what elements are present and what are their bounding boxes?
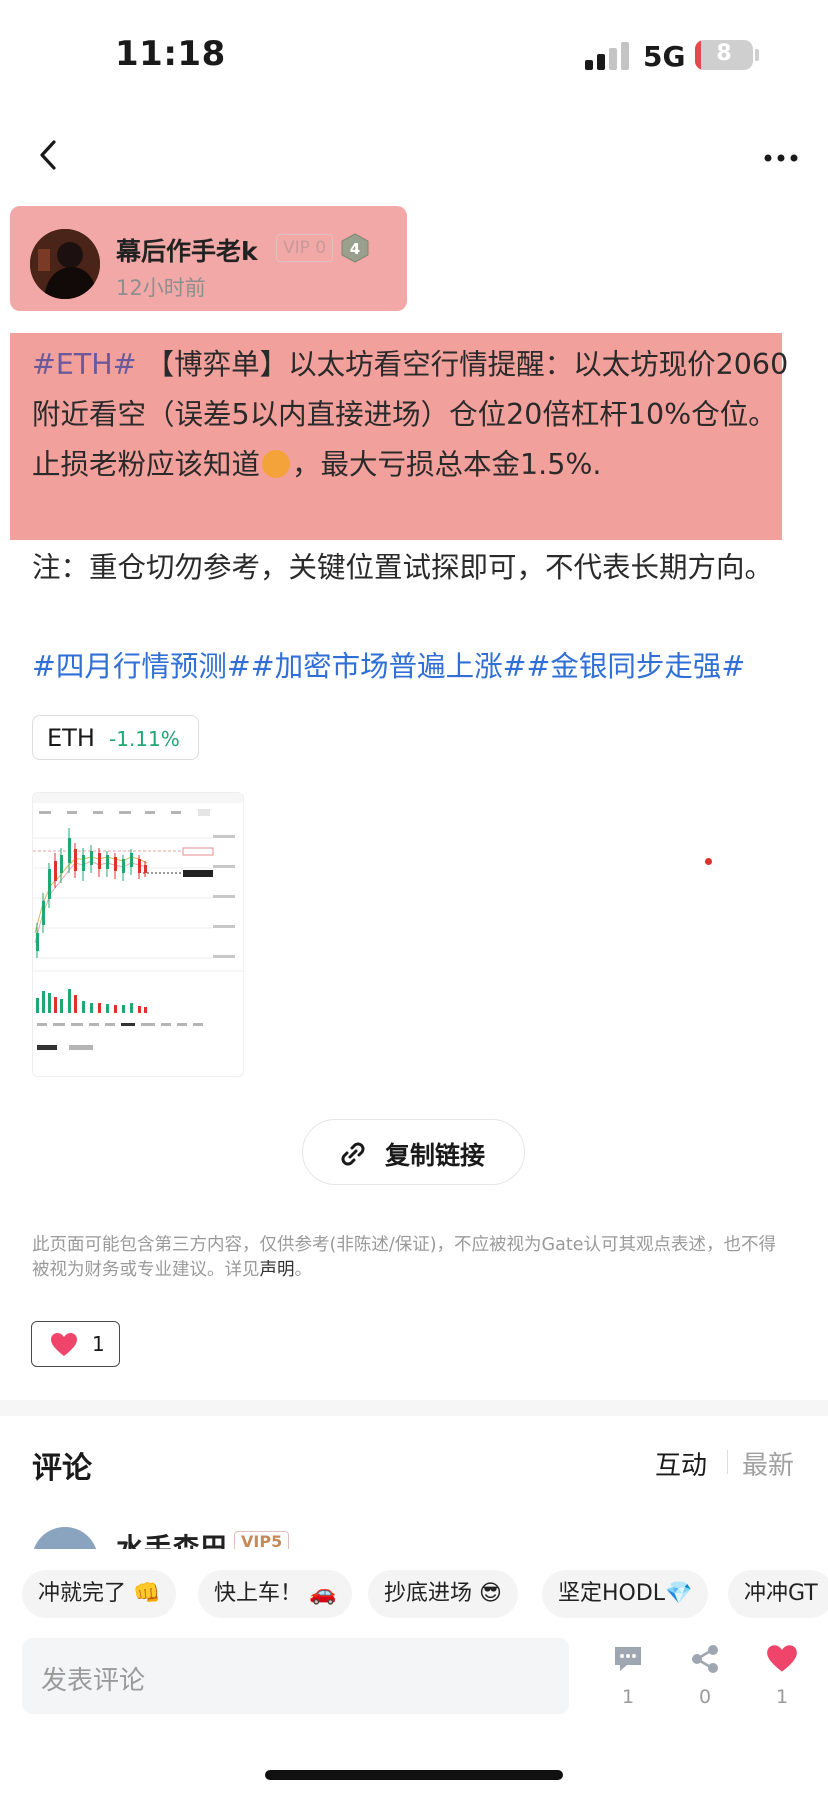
quick-reply-chip[interactable]: 快上车！ 🚗 — [198, 1570, 353, 1618]
tab-separator — [727, 1450, 728, 1474]
commenter-name[interactable]: 水手森巴 — [116, 1527, 228, 1549]
status-time: 11:18 — [115, 34, 226, 74]
candlestick-thumbnail — [33, 793, 243, 1076]
hashtag-links[interactable]: #四月行情预测##加密市场普遍上涨##金银同步走强# — [32, 644, 822, 685]
back-button[interactable] — [30, 136, 70, 176]
level-hexagon-icon: 4 — [341, 233, 369, 263]
post-body-tail: ，最大亏损总本金1.5%. — [292, 448, 602, 481]
chart-screenshot-image[interactable] — [32, 792, 244, 1077]
quick-reply-chip[interactable]: 坚定HODL💎 — [542, 1570, 709, 1618]
red-dot-marker — [705, 858, 712, 865]
link-icon — [341, 1142, 365, 1166]
battery-level: 8 — [716, 41, 732, 66]
disclaimer-end: 。 — [294, 1260, 313, 1280]
coin-change: -1.11% — [109, 727, 180, 751]
share-action-button[interactable]: 0 — [680, 1644, 730, 1710]
disclaimer-body: 此页面可能包含第三方内容，仅供参考(非陈述/保证)，不应被视为Gate认可其观点… — [32, 1235, 776, 1280]
battery-icon: 8 — [695, 40, 753, 70]
post-time: 12小时前 — [116, 276, 206, 300]
tab-latest[interactable]: 最新 — [742, 1445, 794, 1482]
share-icon — [692, 1645, 718, 1673]
level-text: 4 — [350, 240, 360, 258]
share-count: 0 — [698, 1686, 712, 1708]
network-type: 5G — [643, 40, 686, 73]
avatar-image — [30, 229, 100, 299]
disclaimer-text: 此页面可能包含第三方内容，仅供参考(非陈述/保证)，不应被视为Gate认可其观点… — [32, 1233, 792, 1283]
comment-input[interactable]: 发表评论 — [22, 1638, 569, 1714]
post-body: #ETH# 【博弈单】以太坊看空行情提醒：以太坊现价2060附近看空（误差5以内… — [32, 340, 802, 490]
chevron-left-icon — [40, 140, 56, 170]
quick-reply-chip[interactable]: 抄底进场 😎 — [368, 1570, 518, 1618]
status-bar: 11:18 5G 8 — [0, 0, 828, 110]
heart-icon — [51, 1333, 77, 1356]
author-name[interactable]: 幕后作手老k — [116, 232, 258, 268]
like-action-count: 1 — [775, 1686, 789, 1708]
comment-action-button[interactable]: 1 — [603, 1644, 653, 1710]
face-emoji-icon — [262, 450, 291, 478]
level-badge: 4 — [341, 233, 369, 263]
more-dots-icon — [764, 154, 798, 162]
commenter-avatar[interactable] — [32, 1527, 98, 1549]
copy-link-button[interactable]: 复制链接 — [302, 1119, 525, 1185]
commenter-vip-badge: VIP5 — [234, 1531, 290, 1549]
signal-icon — [585, 42, 631, 70]
quick-reply-chip[interactable]: 冲就完了 👊 — [22, 1570, 177, 1618]
comment-bubble-icon — [615, 1647, 641, 1671]
comment-count: 1 — [621, 1686, 635, 1708]
comments-title: 评论 — [32, 1451, 92, 1486]
home-indicator — [265, 1770, 563, 1780]
like-count: 1 — [92, 1332, 105, 1356]
quick-reply-chip[interactable]: 冲冲GT — [728, 1570, 828, 1618]
comment-input-placeholder: 发表评论 — [41, 1666, 146, 1696]
eth-tag[interactable]: #ETH# — [32, 348, 137, 381]
tab-interact[interactable]: 互动 — [655, 1445, 707, 1482]
author-card[interactable]: 幕后作手老k VIP 0 4 12小时前 — [10, 206, 407, 311]
coin-chip[interactable]: ETH -1.11% — [32, 715, 199, 760]
post-note: 注：重仓切勿参考，关键位置试探即可，不代表长期方向。 — [32, 551, 774, 584]
battery-tip — [755, 49, 759, 61]
comment-preview[interactable]: 水手森巴 VIP5 — [32, 1527, 822, 1549]
heart-icon — [767, 1645, 797, 1672]
like-action-button[interactable]: 1 — [757, 1644, 807, 1710]
more-button[interactable] — [763, 150, 803, 164]
section-divider — [0, 1400, 828, 1416]
coin-name: ETH — [47, 724, 95, 752]
copy-link-label: 复制链接 — [385, 1141, 486, 1170]
vip-badge: VIP 0 — [276, 234, 334, 262]
disclaimer-link[interactable]: 声明 — [260, 1260, 295, 1280]
like-button[interactable]: 1 — [31, 1321, 120, 1367]
quick-reply-row: 冲就完了 👊 快上车！ 🚗 抄底进场 😎 坚定HODL💎 冲冲GT — [0, 1570, 828, 1620]
avatar[interactable] — [30, 229, 100, 299]
